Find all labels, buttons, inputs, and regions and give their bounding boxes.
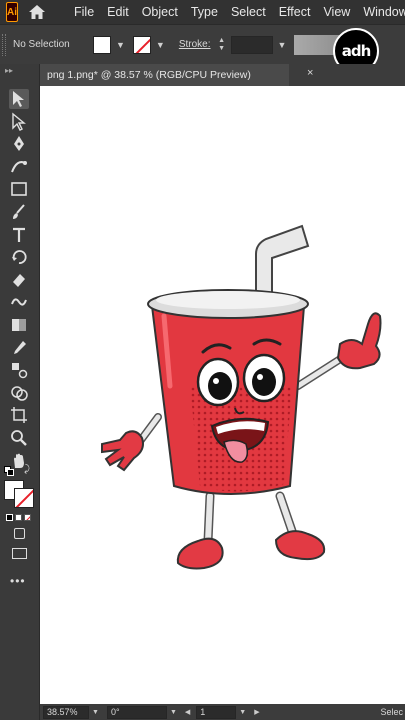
eyedropper-tool-icon[interactable] [9,338,29,358]
chevron-down-icon[interactable]: ▼ [239,709,246,716]
selection-tool-icon[interactable] [9,89,29,109]
curvature-tool-icon[interactable] [9,157,29,177]
menu-edit[interactable]: Edit [107,5,129,19]
document-tab[interactable]: png 1.png* @ 38.57 % (RGB/CPU Preview) [40,64,289,86]
fill-color-swatch[interactable] [93,35,111,54]
menu-effect[interactable]: Effect [279,5,311,19]
control-bar: No Selection ▼ ▼ Stroke: ▲ ▼ ▼ adh [0,24,405,74]
chevron-down-icon[interactable]: ▼ [278,40,287,50]
home-icon[interactable] [28,1,46,23]
blend-tool-icon[interactable] [9,360,29,380]
artboard-number: 1 [200,707,206,717]
chevron-up-icon[interactable]: ▲ [218,37,225,45]
close-icon[interactable]: × [307,67,313,79]
artboard-tool-icon[interactable] [9,405,29,425]
rotation-field[interactable]: 0° [106,705,167,719]
stroke-indicator[interactable] [14,488,34,508]
stroke-color-swatch[interactable] [132,35,151,54]
panel-grip[interactable] [2,33,6,56]
menu-bar: Ai File Edit Object Type Select Effect V… [0,0,405,24]
draw-mode-icon[interactable] [14,528,25,539]
chevron-down-icon[interactable]: ▼ [116,40,125,50]
rotation-value: 0° [110,707,120,717]
stroke-weight-input[interactable] [230,35,273,54]
document-tab-row: png 1.png* @ 38.57 % (RGB/CPU Preview) × [40,64,405,86]
direct-selection-tool-icon[interactable] [9,112,29,132]
paintbrush-tool-icon[interactable] [9,202,29,222]
menu-file[interactable]: File [74,5,94,19]
status-bar: 38.57% ▼ 0° ▼ ◀ 1 ▼ ▶ Selec [40,704,405,720]
menu-select[interactable]: Select [231,5,266,19]
pen-tool-icon[interactable] [9,134,29,154]
stroke-label[interactable]: Stroke: [179,39,211,50]
shape-builder-tool-icon[interactable] [9,383,29,403]
menu-window[interactable]: Window [363,5,405,19]
tools-panel: ▸▸ ⤸ ••• [0,64,40,720]
menu-view[interactable]: View [323,5,350,19]
rotate-tool-icon[interactable] [9,247,29,267]
zoom-value: 38.57% [47,707,78,717]
selection-label: No Selection [13,39,70,50]
color-mode-icons[interactable] [6,514,31,521]
chevron-down-icon[interactable]: ▼ [156,40,165,50]
cup-mascot-artwork [101,224,382,570]
panel-collapse-icon[interactable]: ▸▸ [0,64,39,86]
gradient-tool-icon[interactable] [9,315,29,335]
chevron-down-icon[interactable]: ▼ [92,709,99,716]
chevron-down-icon[interactable]: ▼ [170,709,177,716]
zoom-field[interactable]: 38.57% [43,705,89,719]
eraser-tool-icon[interactable] [9,270,29,290]
tool-hint: Selec [380,707,403,717]
zoom-tool-icon[interactable] [9,428,29,448]
menu-type[interactable]: Type [191,5,218,19]
previous-artboard-icon[interactable]: ◀ [185,708,190,716]
artboard-canvas[interactable] [40,86,405,704]
stroke-stepper[interactable]: ▲ ▼ [217,37,227,53]
document-tab-title: png 1.png* @ 38.57 % (RGB/CPU Preview) [47,69,251,81]
menu-object[interactable]: Object [142,5,178,19]
chevron-down-icon[interactable]: ▼ [218,45,225,53]
artboard-number-field[interactable]: 1 [196,705,237,719]
type-tool-icon[interactable] [9,225,29,245]
default-colors-icon[interactable] [4,466,14,476]
app-logo: Ai [6,2,18,22]
rectangle-tool-icon[interactable] [9,179,29,199]
next-artboard-icon[interactable]: ▶ [254,708,259,716]
warp-tool-icon[interactable] [9,292,29,312]
swap-colors-icon[interactable]: ⤸ [24,464,30,475]
more-tools-icon[interactable]: ••• [10,574,26,588]
screen-mode-icon[interactable] [12,548,27,559]
